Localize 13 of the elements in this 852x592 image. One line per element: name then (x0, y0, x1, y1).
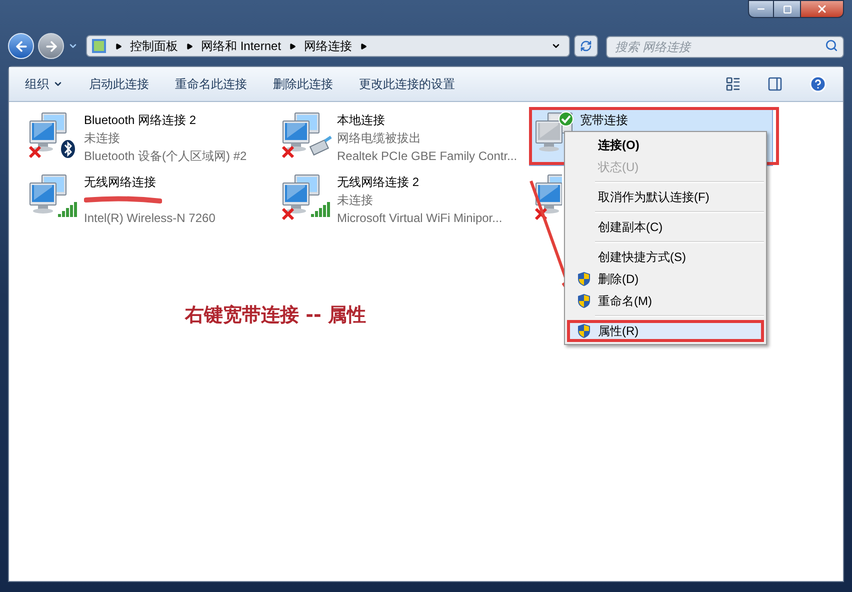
connection-name: 宽带连接 (580, 112, 628, 129)
device-name: Realtek PCIe GBE Family Contr... (337, 148, 518, 165)
connection-name: Bluetooth 网络连接 2 (84, 112, 198, 129)
connection-name: 本地连接 (337, 112, 386, 129)
device-name: Bluetooth 设备(个人区域网) #2 (84, 148, 247, 165)
device-name: Microsoft Virtual WiFi Minipor... (337, 210, 502, 227)
annotation-text: 右键宽带连接 -- 属性 (185, 303, 366, 328)
connection-status: 未连接 (84, 130, 121, 147)
connection-status: 网络电缆被拔出 (337, 130, 422, 147)
connection-status: 未连接 (337, 192, 374, 209)
device-name: Intel(R) Wireless-N 7260 (84, 210, 216, 227)
connection-name: 无线网络连接 2 (337, 174, 420, 191)
connection-name: 无线网络连接 (84, 174, 157, 191)
